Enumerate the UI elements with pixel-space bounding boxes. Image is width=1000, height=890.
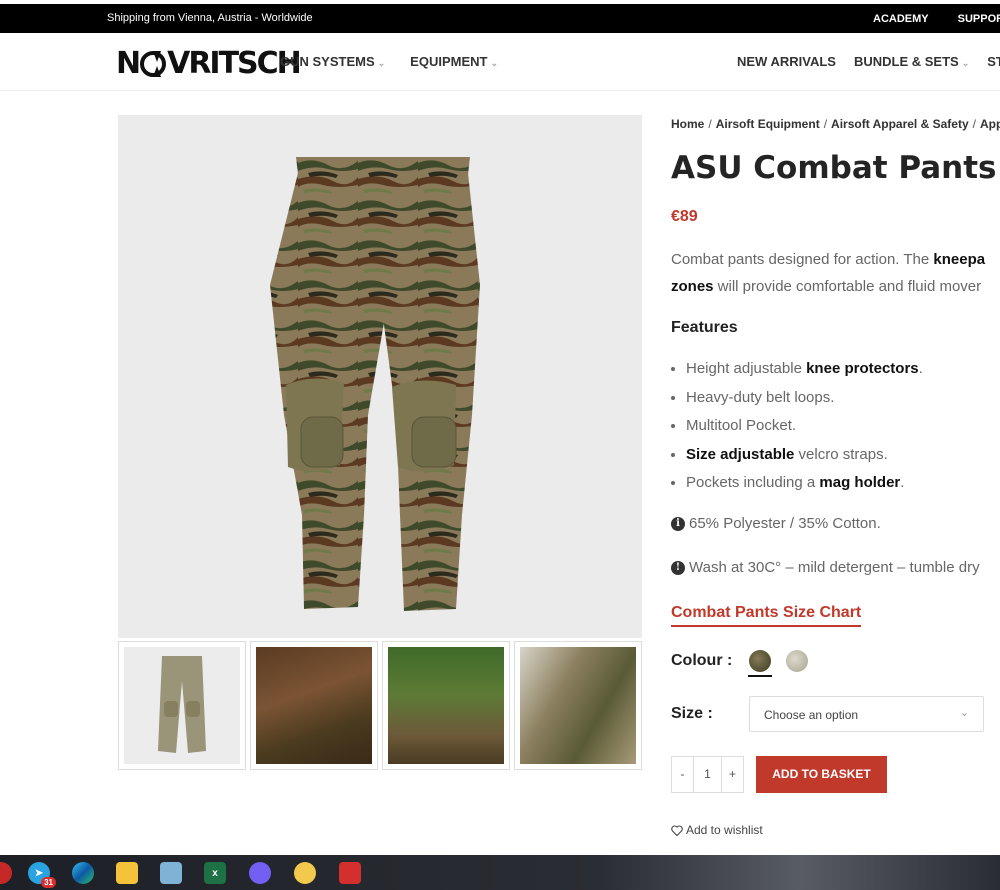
heart-icon <box>671 824 683 836</box>
info-icon: i <box>671 516 685 531</box>
nav-equipment[interactable]: EQUIPMENT ⌄ <box>410 54 498 69</box>
chevron-down-icon: ⌄ <box>490 58 499 68</box>
colour-swatch-grey[interactable] <box>786 650 808 672</box>
size-chart-link[interactable]: Combat Pants Size Chart <box>671 604 862 627</box>
breadcrumb-apparel-safety[interactable]: Airsoft Apparel & Safety <box>831 117 969 131</box>
product-title: ASU Combat Pants <box>671 150 997 186</box>
acrobat-icon[interactable] <box>339 862 361 884</box>
breadcrumb-home[interactable]: Home <box>671 117 704 131</box>
main-nav-left: GUN SYSTEMS ⌄ EQUIPMENT ⌄ <box>280 54 498 69</box>
novritsch-logo[interactable]: N VRITSCH <box>116 46 302 81</box>
features-heading: Features <box>671 319 738 336</box>
windows-taskbar: ➤ 31 x <box>0 855 1000 890</box>
add-to-basket-button[interactable]: ADD TO BASKET <box>756 756 887 793</box>
size-label: Size : <box>671 705 713 722</box>
product-thumbnails <box>118 641 642 770</box>
shipping-notice: Shipping from Vienna, Austria - Worldwid… <box>107 12 313 24</box>
thumbnail-kneeling-image <box>256 647 372 764</box>
qty-plus-button[interactable]: + <box>722 757 743 792</box>
product-price: €89 <box>671 208 698 225</box>
thumbnail-kneepad-detail-image <box>520 647 636 764</box>
wash-note: ! Wash at 30C° – mild detergent – tumble… <box>671 559 980 576</box>
thumbnail-1[interactable] <box>118 641 246 770</box>
viber-icon[interactable] <box>249 862 271 884</box>
app-icon[interactable] <box>0 862 12 884</box>
chevron-down-icon: ⌄ <box>377 58 386 68</box>
thumbnail-2[interactable] <box>250 641 378 770</box>
list-item: Height adjustable knee protectors. <box>686 358 923 387</box>
product-summary: Home / Airsoft Equipment / Airsoft Apparel &… <box>671 0 1000 890</box>
breadcrumb-apparel[interactable]: Appa <box>980 117 1000 131</box>
chevron-down-icon: ⌄ <box>959 707 969 719</box>
thumbnail-3[interactable] <box>382 641 510 770</box>
excel-icon[interactable]: x <box>204 862 226 884</box>
add-to-wishlist-link[interactable]: Add to wishlist <box>671 823 763 837</box>
features-list: Height adjustable knee protectors. Heavy… <box>686 358 923 501</box>
colour-swatch-camo[interactable] <box>749 650 771 672</box>
1c-icon[interactable] <box>294 862 316 884</box>
list-item: Multitool Pocket. <box>686 415 923 444</box>
breadcrumb: Home / Airsoft Equipment / Airsoft Apparel &… <box>671 117 1000 131</box>
colour-label: Colour : <box>671 652 733 669</box>
qty-input[interactable]: 1 <box>692 757 723 792</box>
thumbnail-forest-image <box>388 647 504 764</box>
telegram-icon[interactable]: ➤ 31 <box>28 862 56 888</box>
material-note: i 65% Polyester / 35% Cotton. <box>671 515 881 532</box>
product-description: Combat pants designed for action. The kn… <box>671 251 986 295</box>
file-explorer-icon[interactable] <box>116 862 138 884</box>
quantity-stepper: - 1 + <box>671 756 744 793</box>
combat-pants-image <box>270 157 480 611</box>
selected-swatch-indicator <box>748 675 772 677</box>
edge-icon[interactable] <box>72 862 94 884</box>
list-item: Heavy-duty belt loops. <box>686 387 923 416</box>
exclamation-icon: ! <box>671 560 685 575</box>
notepad-icon[interactable] <box>160 862 182 884</box>
thumbnail-4[interactable] <box>514 641 642 770</box>
qty-minus-button[interactable]: - <box>672 757 693 792</box>
size-select[interactable]: Choose an option ⌄ <box>749 696 984 732</box>
list-item: Pockets including a mag holder. <box>686 472 923 501</box>
nav-gun-systems[interactable]: GUN SYSTEMS ⌄ <box>280 54 385 69</box>
breadcrumb-airsoft-equipment[interactable]: Airsoft Equipment <box>716 117 820 131</box>
product-main-image[interactable] <box>118 115 642 638</box>
logo-o-icon <box>140 50 167 77</box>
thumbnail-pants-image <box>124 647 240 764</box>
list-item: Size adjustable velcro straps. <box>686 444 923 473</box>
